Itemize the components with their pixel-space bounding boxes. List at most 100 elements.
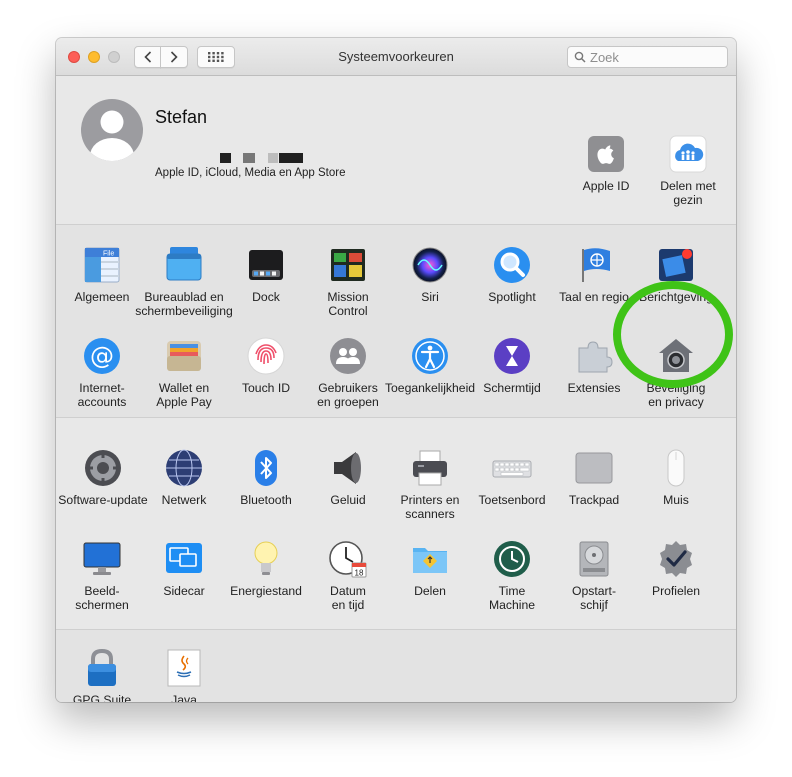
sound-icon <box>328 448 368 488</box>
pref-software-update[interactable]: Software-update <box>57 448 149 507</box>
pane-label: Siri <box>421 290 439 304</box>
pane-label: Berichtgeving <box>639 290 713 304</box>
pref-time-machine[interactable]: Time Machine <box>471 539 553 612</box>
pref-sharing[interactable]: Delen <box>389 539 471 598</box>
redacted-text <box>279 153 303 163</box>
pane-label: Extensies <box>567 381 621 395</box>
security-privacy-icon <box>656 336 696 376</box>
pref-general[interactable]: File Algemeen <box>61 245 143 304</box>
date-time-icon: 18 <box>328 539 368 579</box>
pref-touch-id[interactable]: Touch ID <box>225 336 307 395</box>
pane-label: Geluid <box>330 493 366 507</box>
bluetooth-icon <box>246 448 286 488</box>
network-icon <box>164 448 204 488</box>
screen-time-icon <box>492 336 532 376</box>
pref-dock[interactable]: Dock <box>225 245 307 304</box>
pane-label: Beveiliging en privacy <box>646 381 706 409</box>
pref-language-region[interactable]: Taal en regio <box>553 245 635 304</box>
pref-profiles[interactable]: Profielen <box>635 539 717 598</box>
pane-label: Datum en tijd <box>330 584 366 612</box>
pane-label: Mission Control <box>327 290 369 318</box>
redacted-text <box>268 153 278 163</box>
general-icon: File <box>82 245 122 285</box>
software-update-icon <box>83 448 123 488</box>
pane-label: Taal en regio <box>559 290 629 304</box>
redacted-text <box>243 153 255 163</box>
pane-label: Wallet en Apple Pay <box>156 381 212 409</box>
pane-label: Opstart- schijf <box>571 584 617 612</box>
sidecar-icon <box>164 539 204 579</box>
mouse-icon <box>656 448 696 488</box>
title-bar: Systeemvoorkeuren <box>56 38 736 76</box>
pref-apple-id[interactable]: Apple ID <box>565 134 647 193</box>
pref-gpg-suite[interactable]: GPG Suite <box>61 648 143 702</box>
account-section: Stefan Apple ID, iCloud, Media en App St… <box>56 76 736 224</box>
pref-security-privacy[interactable]: Beveiliging en privacy <box>635 336 717 409</box>
svg-text:File: File <box>103 251 114 258</box>
svg-text:18: 18 <box>355 569 364 578</box>
pref-sidecar[interactable]: Sidecar <box>143 539 225 598</box>
pref-screen-time[interactable]: Schermtijd <box>471 336 553 395</box>
pane-label: Software-update <box>58 493 148 507</box>
pref-printers-scanners[interactable]: Printers en scanners <box>389 448 471 521</box>
hardware-section: Software-update Netwerk Bluetooth Geluid… <box>56 418 736 629</box>
pane-label: Toegankelijkheid <box>384 381 476 395</box>
sharing-icon <box>410 539 450 579</box>
dock-icon <box>246 245 286 285</box>
startup-disk-icon <box>574 539 614 579</box>
pref-mouse[interactable]: Muis <box>635 448 717 507</box>
pref-internet-accounts[interactable]: @ Internet- accounts <box>61 336 143 409</box>
pref-accessibility[interactable]: Toegankelijkheid <box>384 336 476 395</box>
pref-mission-control[interactable]: Mission Control <box>307 245 389 318</box>
pref-bluetooth[interactable]: Bluetooth <box>225 448 307 507</box>
pref-spotlight[interactable]: Spotlight <box>471 245 553 304</box>
mission-control-icon <box>328 245 368 285</box>
pref-energy-saver[interactable]: Energiestand <box>220 539 312 598</box>
users-groups-icon <box>328 336 368 376</box>
pane-label: Gebruikers en groepen <box>317 381 379 409</box>
trackpad-icon <box>574 448 614 488</box>
pane-label: Algemeen <box>74 290 130 304</box>
pref-notifications[interactable]: Berichtgeving <box>635 245 717 304</box>
pane-label: Java <box>171 693 197 702</box>
search-field[interactable] <box>567 46 728 68</box>
search-icon <box>574 51 586 63</box>
pref-keyboard[interactable]: Toetsenbord <box>471 448 553 507</box>
pane-label: Spotlight <box>488 290 536 304</box>
search-input[interactable] <box>590 49 722 65</box>
pref-extensions[interactable]: Extensies <box>553 336 635 395</box>
pane-label: GPG Suite <box>72 693 132 702</box>
time-machine-icon <box>492 539 532 579</box>
pref-sound[interactable]: Geluid <box>307 448 389 507</box>
svg-text:@: @ <box>90 342 114 370</box>
pref-startup-disk[interactable]: Opstart- schijf <box>553 539 635 612</box>
account-subtitle: Apple ID, iCloud, Media en App Store <box>155 167 346 179</box>
family-sharing-icon <box>668 134 708 174</box>
notifications-icon <box>656 245 696 285</box>
pane-label: Toetsenbord <box>478 493 546 507</box>
system-preferences-window: Systeemvoorkeuren Stefan Apple ID, iClou… <box>56 38 736 702</box>
pref-siri[interactable]: Siri <box>389 245 471 304</box>
pref-desktop-screensaver[interactable]: Bureaublad en schermbeveiliging <box>135 245 233 318</box>
pref-trackpad[interactable]: Trackpad <box>553 448 635 507</box>
pane-label: Schermtijd <box>483 381 541 395</box>
pref-family-sharing[interactable]: Delen met gezin <box>647 134 729 207</box>
pref-wallet-apple-pay[interactable]: Wallet en Apple Pay <box>138 336 230 409</box>
pane-label: Energiestand <box>230 584 302 598</box>
siri-icon <box>410 245 450 285</box>
pref-displays[interactable]: Beeld- schermen <box>61 539 143 612</box>
personal-section: File Algemeen Bureaublad en schermbeveil… <box>56 225 736 417</box>
pref-users-groups[interactable]: Gebruikers en groepen <box>307 336 389 409</box>
pane-label: Bluetooth <box>240 493 292 507</box>
user-avatar[interactable] <box>80 98 144 162</box>
pane-label: Trackpad <box>568 493 620 507</box>
pref-java[interactable]: Java <box>143 648 225 702</box>
pref-network[interactable]: Netwerk <box>143 448 225 507</box>
wallet-icon <box>164 336 204 376</box>
pane-label: Sidecar <box>163 584 205 598</box>
apple-id-icon <box>586 134 626 174</box>
pane-label: Bureaublad en schermbeveiliging <box>135 290 233 318</box>
java-icon <box>164 648 204 688</box>
pref-date-time[interactable]: 18 Datum en tijd <box>307 539 389 612</box>
pane-label: Delen met gezin <box>660 179 716 207</box>
